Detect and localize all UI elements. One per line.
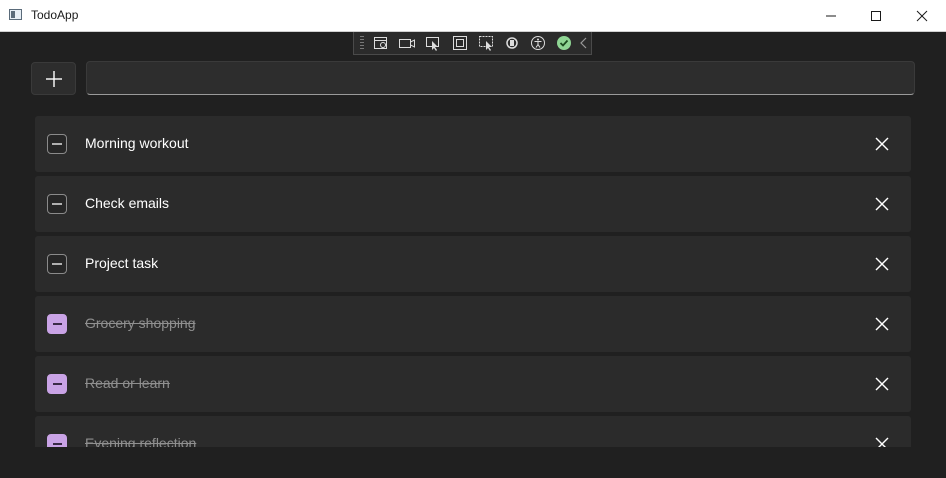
todo-checkbox[interactable] (47, 374, 67, 394)
record-button[interactable] (394, 33, 420, 53)
delete-item-button[interactable] (865, 370, 899, 398)
close-icon (916, 10, 928, 21)
todo-item: Read or learn (35, 356, 911, 412)
status-check-button[interactable] (551, 33, 577, 53)
todo-item-label: Read or learn (85, 375, 170, 391)
toolbar-grip[interactable] (360, 36, 364, 50)
delete-item-button[interactable] (865, 130, 899, 158)
close-window-button[interactable] (899, 0, 945, 31)
todo-list: Morning workout Check emails Project task G… (35, 116, 911, 447)
todo-item: Check emails (35, 176, 911, 232)
checkbox-icon (52, 323, 62, 325)
todo-checkbox[interactable] (47, 194, 67, 214)
chevron-left-icon (580, 37, 587, 49)
todo-item-label: Project task (85, 255, 159, 271)
delete-item-button[interactable] (865, 310, 899, 338)
layout-adorner-icon (452, 36, 467, 50)
select-element-button[interactable] (420, 33, 446, 53)
delete-icon (875, 257, 889, 271)
debug-toolbar (353, 32, 592, 55)
checkbox-icon (52, 263, 62, 265)
check-circle-icon (557, 36, 572, 50)
bottom-area (0, 447, 946, 478)
checkbox-icon (52, 383, 62, 385)
accessibility-button[interactable] (525, 33, 551, 53)
window-title: TodoApp (31, 8, 79, 22)
select-pointer-icon (426, 37, 440, 51)
delete-icon (875, 317, 889, 331)
collapse-toolbar-button[interactable] (577, 33, 591, 53)
todo-checkbox[interactable] (47, 134, 67, 154)
camera-icon (399, 39, 416, 48)
new-item-input[interactable] (86, 61, 915, 95)
track-focus-button[interactable] (473, 33, 499, 53)
checkbox-icon (52, 443, 62, 445)
delete-item-button[interactable] (865, 250, 899, 278)
todo-item-label: Evening reflection (85, 435, 197, 447)
delete-item-button[interactable] (865, 430, 899, 447)
hot-reload-icon (506, 37, 518, 49)
track-focus-icon (478, 36, 493, 51)
maximize-icon (871, 10, 881, 21)
add-icon (45, 70, 62, 87)
delete-item-button[interactable] (865, 190, 899, 218)
delete-icon (875, 377, 889, 391)
todo-item-label: Check emails (85, 195, 170, 211)
todo-item: Morning workout (35, 116, 911, 172)
checkbox-icon (52, 203, 62, 205)
maximize-button[interactable] (853, 0, 899, 31)
todo-checkbox[interactable] (47, 434, 67, 447)
delete-icon (875, 437, 889, 447)
todo-item: Evening reflection (35, 416, 911, 447)
app-icon (9, 9, 22, 20)
todo-checkbox[interactable] (47, 254, 67, 274)
todo-item: Grocery shopping (35, 296, 911, 352)
minimize-button[interactable] (808, 0, 854, 31)
accessibility-icon (531, 36, 546, 50)
todo-item-label: Grocery shopping (85, 315, 196, 331)
display-layout-adorners-button[interactable] (446, 33, 472, 53)
todo-checkbox[interactable] (47, 314, 67, 334)
visual-tree-icon (373, 37, 387, 49)
hot-reload-button[interactable] (499, 33, 525, 53)
todo-item-label: Morning workout (85, 135, 189, 151)
todo-item: Project task (35, 236, 911, 292)
live-visual-tree-button[interactable] (368, 33, 394, 53)
title-bar: TodoApp (0, 0, 946, 32)
add-item-button[interactable] (31, 62, 76, 95)
delete-icon (875, 197, 889, 211)
minimize-icon (826, 15, 836, 16)
checkbox-icon (52, 143, 62, 145)
delete-icon (875, 137, 889, 151)
